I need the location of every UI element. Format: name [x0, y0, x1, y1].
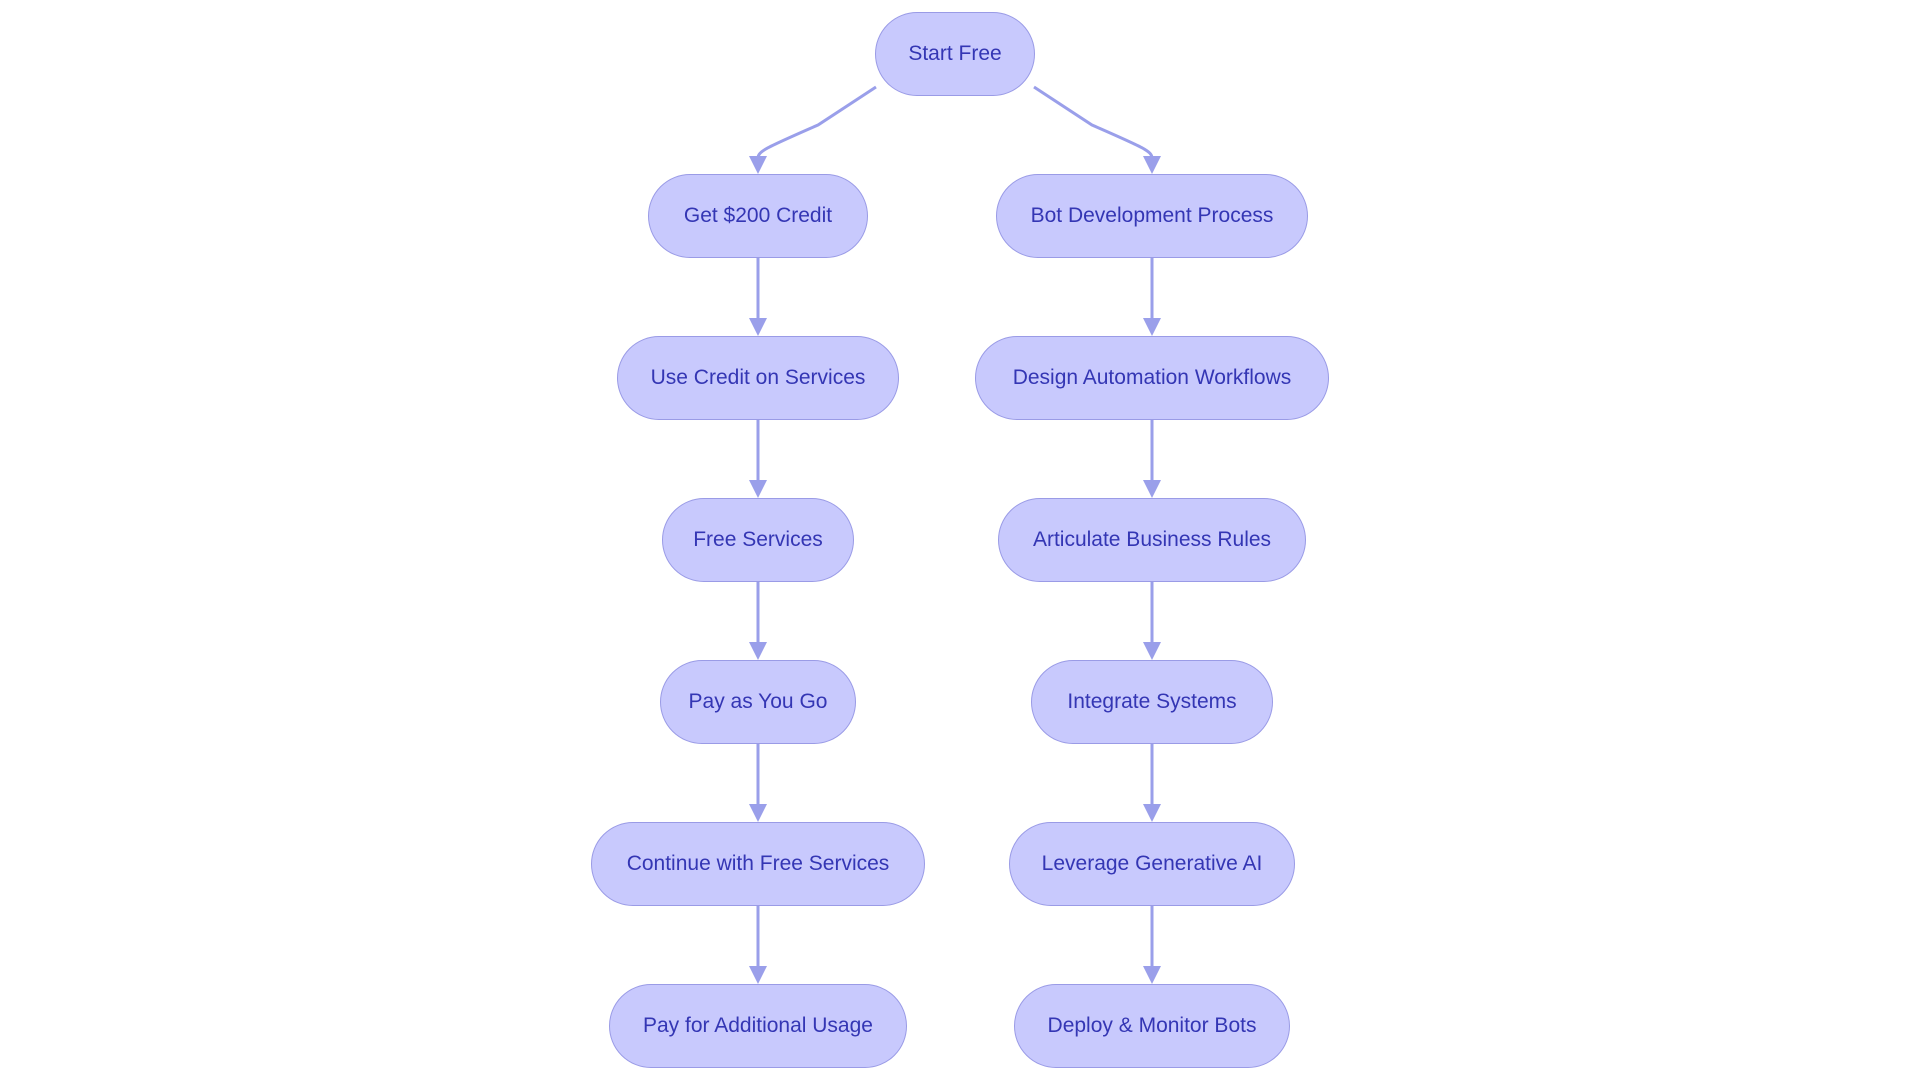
node-label: Use Credit on Services — [650, 366, 866, 389]
node-label: Continue with Free Services — [626, 852, 890, 875]
node-pay-as-you-go[interactable]: Pay as You Go — [660, 660, 856, 744]
arrowhead-icon — [1143, 966, 1161, 984]
arrowhead-icon — [749, 642, 767, 660]
node-label: Leverage Generative AI — [1041, 852, 1263, 875]
node-label: Start Free — [908, 42, 1002, 65]
arrowhead-icon — [749, 156, 767, 174]
node-label: Articulate Business Rules — [1032, 528, 1272, 551]
node-label: Integrate Systems — [1067, 690, 1237, 713]
node-bot-development-process[interactable]: Bot Development Process — [996, 174, 1308, 258]
flowchart: Start Free Get $200 Credit Use Credit on… — [0, 0, 1920, 1080]
node-label: Bot Development Process — [1030, 204, 1274, 227]
arrowhead-icon — [1143, 480, 1161, 498]
node-free-services[interactable]: Free Services — [662, 498, 854, 582]
node-label: Pay for Additional Usage — [643, 1014, 873, 1037]
node-design-automation-workflows[interactable]: Design Automation Workflows — [975, 336, 1329, 420]
node-start-free[interactable]: Start Free — [875, 12, 1035, 96]
arrowhead-icon — [749, 480, 767, 498]
node-continue-with-free-services[interactable]: Continue with Free Services — [591, 822, 925, 906]
node-label: Free Services — [693, 528, 823, 551]
node-leverage-generative-ai[interactable]: Leverage Generative AI — [1009, 822, 1295, 906]
node-use-credit-on-services[interactable]: Use Credit on Services — [617, 336, 899, 420]
arrowhead-icon — [749, 966, 767, 984]
node-integrate-systems[interactable]: Integrate Systems — [1031, 660, 1273, 744]
arrowhead-icon — [1143, 318, 1161, 336]
arrowhead-icon — [749, 804, 767, 822]
node-deploy-and-monitor-bots[interactable]: Deploy & Monitor Bots — [1014, 984, 1290, 1068]
edge-start-to-bot_dev — [1033, 85, 1154, 159]
node-get-credit[interactable]: Get $200 Credit — [648, 174, 868, 258]
arrowhead-icon — [1143, 804, 1161, 822]
arrowhead-icon — [749, 318, 767, 336]
node-label: Design Automation Workflows — [1012, 366, 1292, 389]
node-label: Get $200 Credit — [683, 204, 833, 227]
node-label: Pay as You Go — [688, 690, 828, 713]
edges-layer — [749, 85, 1161, 984]
node-articulate-business-rules[interactable]: Articulate Business Rules — [998, 498, 1306, 582]
node-label: Deploy & Monitor Bots — [1047, 1014, 1257, 1037]
edge-start-to-credit — [756, 85, 877, 159]
arrowhead-icon — [1143, 642, 1161, 660]
node-pay-for-additional-usage[interactable]: Pay for Additional Usage — [609, 984, 907, 1068]
arrowhead-icon — [1143, 156, 1161, 174]
